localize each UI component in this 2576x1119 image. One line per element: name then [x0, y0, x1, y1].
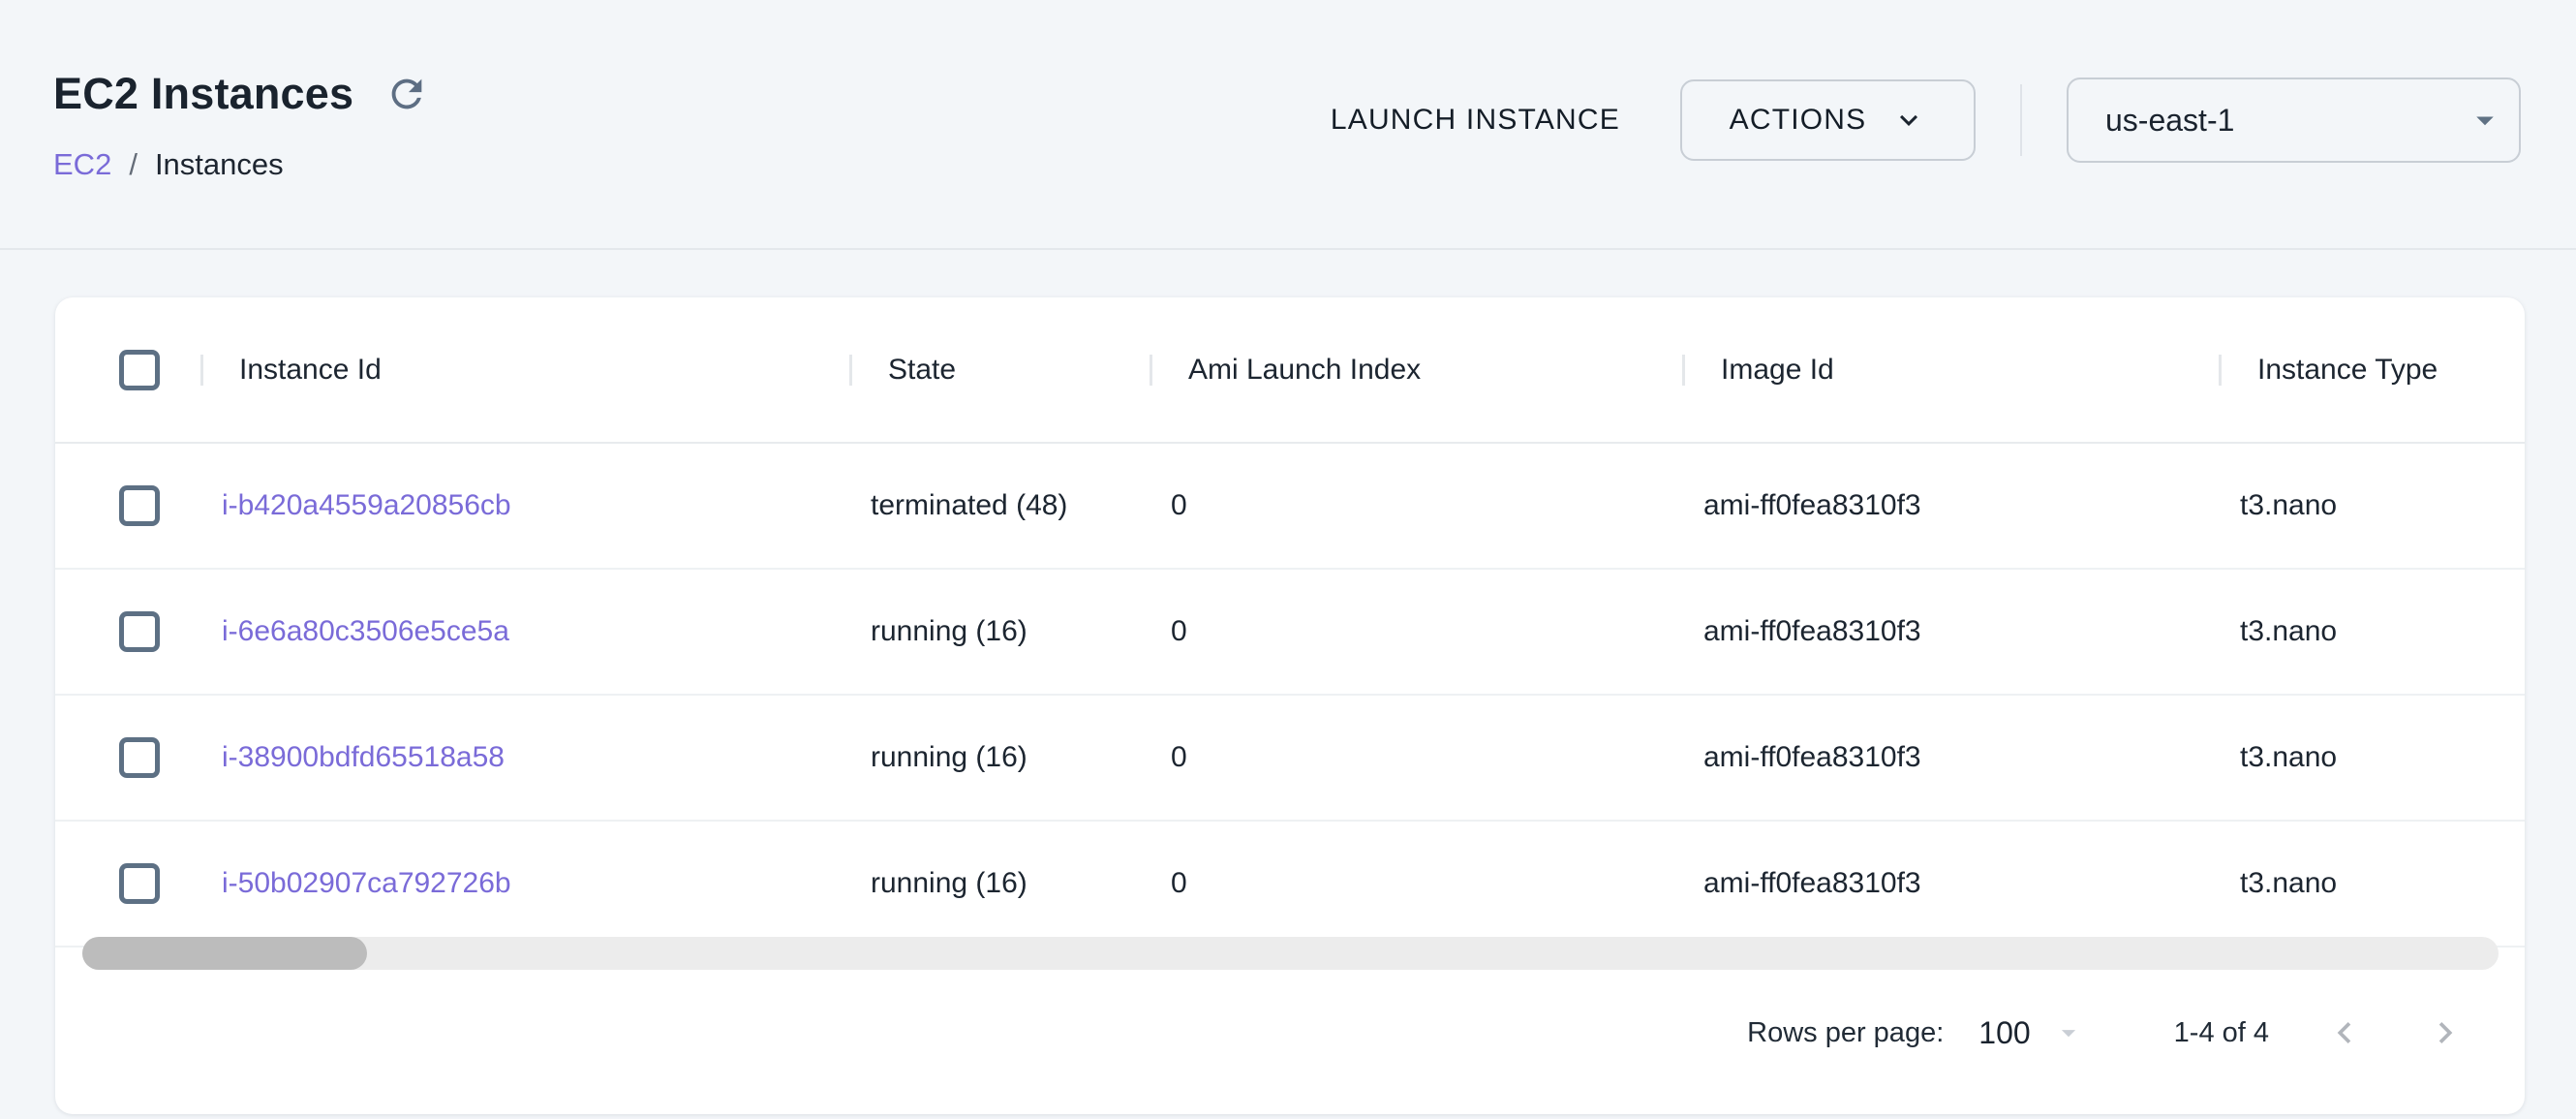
image-id-cell: ami-ff0fea8310f3 — [1682, 867, 2219, 900]
table-row: i-38900bdfd65518a58 running (16) 0 ami-f… — [55, 696, 2525, 822]
column-separator — [200, 355, 203, 386]
instance-id-link[interactable]: i-38900bdfd65518a58 — [222, 741, 505, 773]
image-id-cell: ami-ff0fea8310f3 — [1682, 489, 2219, 522]
instance-type-cell: t3.nano — [2219, 867, 2525, 900]
row-checkbox[interactable] — [119, 863, 160, 904]
instance-type-cell: t3.nano — [2219, 741, 2525, 774]
column-separator — [2219, 355, 2222, 386]
row-checkbox[interactable] — [119, 737, 160, 778]
ami-launch-index-cell: 0 — [1150, 741, 1682, 774]
controls-divider — [2020, 84, 2022, 156]
instance-type-cell: t3.nano — [2219, 489, 2525, 522]
instance-id-link[interactable]: i-b420a4559a20856cb — [222, 489, 511, 521]
state-cell: running (16) — [849, 741, 1150, 774]
instance-id-link[interactable]: i-50b02907ca792726b — [222, 867, 511, 899]
table-row: i-b420a4559a20856cb terminated (48) 0 am… — [55, 444, 2525, 570]
breadcrumb-current: Instances — [155, 147, 284, 182]
previous-page-button[interactable] — [2323, 1011, 2366, 1054]
column-header-ami-launch-index[interactable]: Ami Launch Index — [1150, 297, 1682, 442]
column-separator — [1682, 355, 1685, 386]
instances-table-card: Instance Id State Ami Launch Index Image… — [55, 297, 2525, 1114]
next-page-button[interactable] — [2424, 1011, 2467, 1054]
table-header-row: Instance Id State Ami Launch Index Image… — [55, 297, 2525, 444]
column-separator — [849, 355, 852, 386]
rows-per-page-select[interactable]: 100 — [1978, 1015, 2084, 1051]
ami-launch-index-cell: 0 — [1150, 867, 1682, 900]
state-cell: terminated (48) — [849, 489, 1150, 522]
region-select[interactable]: us-east-1 — [2067, 78, 2521, 163]
page-header: EC2 Instances EC2 / Instances LAUNCH INS… — [0, 0, 2576, 250]
actions-button[interactable]: ACTIONS — [1680, 79, 1976, 161]
row-checkbox[interactable] — [119, 485, 160, 526]
select-all-checkbox[interactable] — [119, 350, 160, 390]
column-header-instance-id[interactable]: Instance Id — [200, 297, 849, 442]
ami-launch-index-cell: 0 — [1150, 615, 1682, 648]
arrow-dropdown-icon — [2465, 100, 2505, 140]
chevron-left-icon — [2323, 1011, 2366, 1054]
column-separator — [1150, 355, 1152, 386]
ami-launch-index-cell: 0 — [1150, 489, 1682, 522]
rows-per-page-label: Rows per page: — [1747, 1017, 1944, 1049]
arrow-dropdown-icon — [2052, 1016, 2085, 1049]
scrollbar-thumb[interactable] — [82, 937, 367, 970]
instance-type-cell: t3.nano — [2219, 615, 2525, 648]
row-checkbox[interactable] — [119, 611, 160, 652]
state-cell: running (16) — [849, 867, 1150, 900]
rows-per-page-value: 100 — [1978, 1015, 2030, 1051]
header-controls: LAUNCH INSTANCE ACTIONS us-east-1 — [1321, 78, 2521, 163]
breadcrumb-ec2-link[interactable]: EC2 — [53, 147, 111, 182]
region-select-value: us-east-1 — [2105, 103, 2234, 139]
column-header-instance-type[interactable]: Instance Type — [2219, 297, 2525, 442]
state-cell: running (16) — [849, 615, 1150, 648]
table-row: i-6e6a80c3506e5ce5a running (16) 0 ami-f… — [55, 570, 2525, 696]
actions-button-label: ACTIONS — [1730, 104, 1867, 137]
pagination-range: 1-4 of 4 — [2174, 1017, 2269, 1049]
image-id-cell: ami-ff0fea8310f3 — [1682, 615, 2219, 648]
refresh-icon[interactable] — [383, 70, 431, 118]
pagination: Rows per page: 100 1-4 of 4 — [1747, 1001, 2467, 1065]
chevron-right-icon — [2424, 1011, 2467, 1054]
image-id-cell: ami-ff0fea8310f3 — [1682, 741, 2219, 774]
table-row: i-50b02907ca792726b running (16) 0 ami-f… — [55, 822, 2525, 948]
instance-id-link[interactable]: i-6e6a80c3506e5ce5a — [222, 615, 509, 647]
horizontal-scrollbar[interactable] — [82, 937, 2499, 970]
breadcrumb-separator: / — [129, 147, 138, 182]
chevron-down-icon — [1891, 103, 1926, 138]
column-header-image-id[interactable]: Image Id — [1682, 297, 2219, 442]
page-title: EC2 Instances — [53, 70, 353, 118]
select-all-cell — [55, 350, 200, 390]
launch-instance-button[interactable]: LAUNCH INSTANCE — [1321, 104, 1630, 137]
column-header-state[interactable]: State — [849, 297, 1150, 442]
